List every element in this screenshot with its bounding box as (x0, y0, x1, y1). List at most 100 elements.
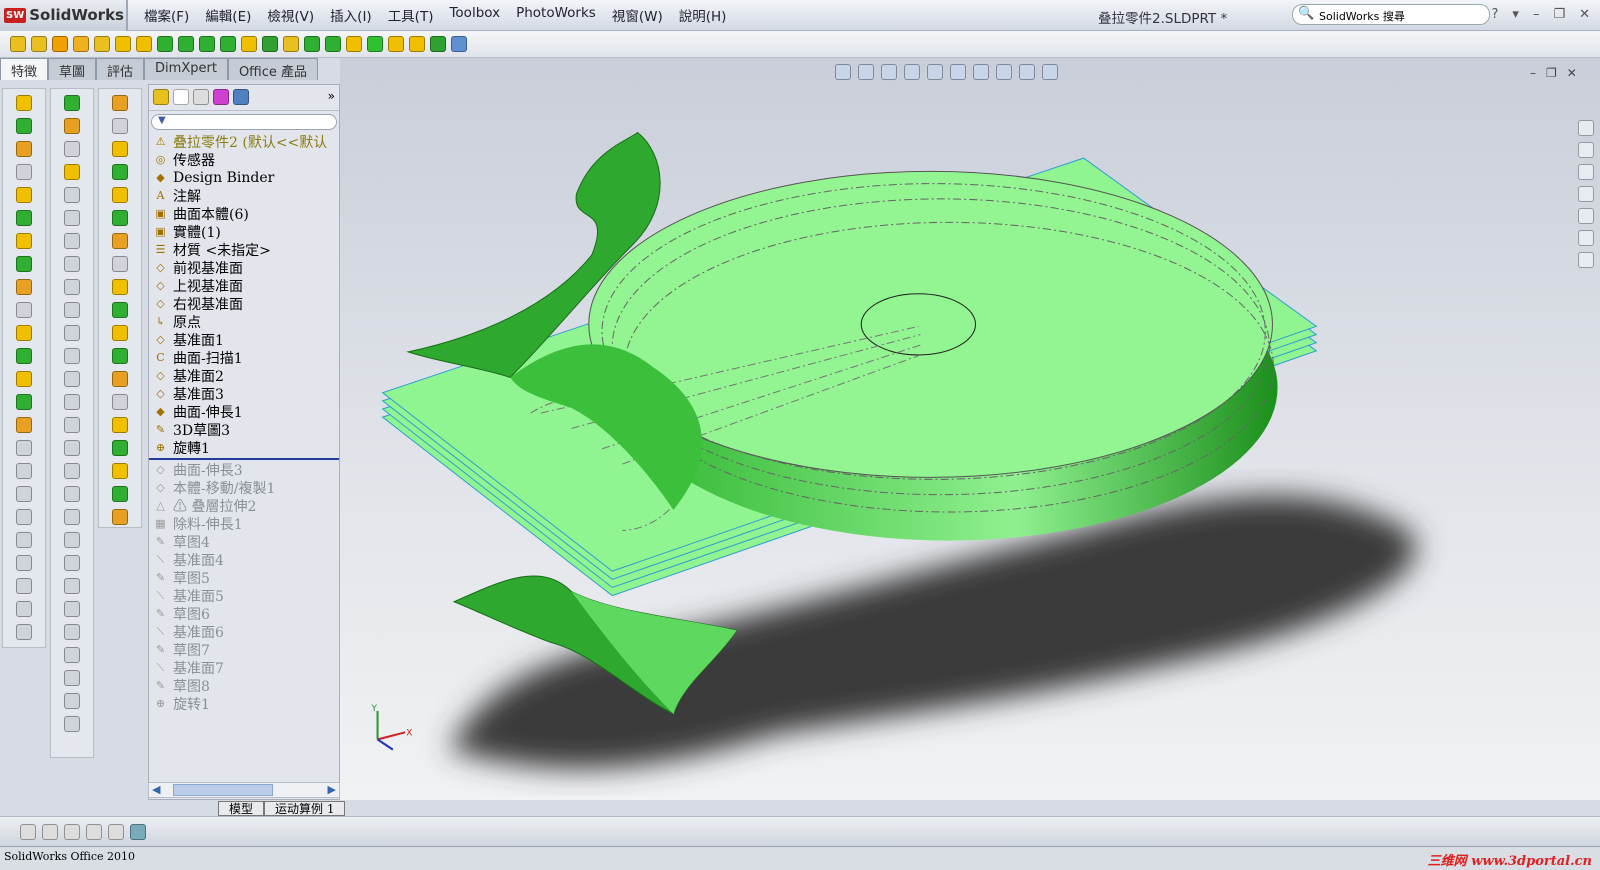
menu-item[interactable]: 檢視(V) (259, 5, 322, 25)
feature-tool-icon[interactable] (283, 36, 299, 52)
tool-icon[interactable] (16, 210, 32, 226)
tool-icon[interactable] (16, 417, 32, 433)
tree-node[interactable]: ◆ 曲面-伸長1 (149, 403, 339, 421)
tree-node[interactable]: ▦ 除料-伸長1 (149, 515, 339, 533)
graphics-area[interactable] (340, 58, 1600, 806)
feature-tool-icon[interactable] (430, 36, 446, 52)
tab-1[interactable]: 草圖 (48, 58, 97, 80)
menu-item[interactable]: 工具(T) (380, 5, 442, 25)
feature-tool-icon[interactable] (262, 36, 278, 52)
tree-node[interactable]: ☰ 材質 <未指定> (149, 241, 339, 259)
tool-icon[interactable] (16, 532, 32, 548)
view-icon[interactable] (42, 824, 58, 840)
tool-icon[interactable] (112, 187, 128, 203)
tree-node[interactable]: ✎ 3D草圖3 (149, 421, 339, 439)
tool-icon[interactable] (64, 302, 80, 318)
tree-node[interactable]: ⊕ 旋轉1 (149, 439, 339, 457)
tool-icon[interactable] (16, 141, 32, 157)
tree-node[interactable]: ⟍ 基准面7 (149, 659, 339, 677)
tool-icon[interactable] (16, 509, 32, 525)
minimize-icon[interactable]: – (1530, 66, 1536, 80)
tool-icon[interactable] (64, 578, 80, 594)
tool-icon[interactable] (64, 417, 80, 433)
tool-icon[interactable] (112, 279, 128, 295)
tool-icon[interactable] (16, 440, 32, 456)
tab-0[interactable]: 特徵 (0, 58, 49, 80)
tool-icon[interactable] (16, 624, 32, 640)
tree-node[interactable]: ◇ 右视基准面 (149, 295, 339, 313)
tool-icon[interactable] (64, 601, 80, 617)
tool-icon[interactable] (16, 95, 32, 111)
section-view-icon[interactable] (904, 64, 920, 80)
search-icon[interactable] (1578, 186, 1594, 202)
tree-horizontal-scrollbar[interactable]: ◀ ▶ (148, 782, 340, 798)
tool-icon[interactable] (16, 371, 32, 387)
feature-tool-icon[interactable] (346, 36, 362, 52)
tool-icon[interactable] (112, 233, 128, 249)
dimxpert-manager-tab-icon[interactable] (213, 89, 229, 105)
feature-tool-icon[interactable] (241, 36, 257, 52)
tool-icon[interactable] (112, 302, 128, 318)
bottom-tab-1[interactable]: 运动算例 1 (264, 800, 346, 816)
menu-item[interactable]: 檔案(F) (136, 5, 197, 25)
zoom-area-icon[interactable] (858, 64, 874, 80)
display-manager-tab-icon[interactable] (233, 89, 249, 105)
tree-node[interactable]: ✎ 草图4 (149, 533, 339, 551)
tool-icon[interactable] (16, 279, 32, 295)
tool-icon[interactable] (64, 624, 80, 640)
window-button[interactable]: – (1533, 7, 1540, 22)
tool-icon[interactable] (64, 532, 80, 548)
tool-icon[interactable] (112, 440, 128, 456)
tree-node[interactable]: ⊕ 旋转1 (149, 695, 339, 713)
tool-icon[interactable] (64, 95, 80, 111)
tree-node[interactable]: △ ⚠ 叠層拉伸2 (149, 497, 339, 515)
menu-item[interactable]: Toolbox (441, 5, 508, 25)
tool-icon[interactable] (16, 486, 32, 502)
tree-node[interactable]: ◇ 本體-移動/複製1 (149, 479, 339, 497)
tool-icon[interactable] (64, 348, 80, 364)
tool-icon[interactable] (64, 325, 80, 341)
tree-node[interactable]: ◇ 上视基准面 (149, 277, 339, 295)
hide-show-icon[interactable] (973, 64, 989, 80)
tool-icon[interactable] (112, 95, 128, 111)
bottom-tab-0[interactable]: 模型 (218, 800, 265, 816)
tool-icon[interactable] (16, 164, 32, 180)
feature-tool-icon[interactable] (325, 36, 341, 52)
tool-icon[interactable] (64, 256, 80, 272)
tool-icon[interactable] (112, 509, 128, 525)
feature-tool-icon[interactable] (367, 36, 383, 52)
coordinate-icon[interactable] (130, 824, 146, 840)
window-button[interactable]: ▾ (1512, 7, 1519, 22)
menu-item[interactable]: PhotoWorks (508, 5, 604, 25)
scroll-left-icon[interactable]: ◀ (152, 783, 160, 796)
tool-icon[interactable] (112, 256, 128, 272)
tool-icon[interactable] (64, 693, 80, 709)
tool-icon[interactable] (112, 394, 128, 410)
view-icon[interactable] (108, 824, 124, 840)
tool-icon[interactable] (64, 187, 80, 203)
tree-node[interactable]: ✎ 草图8 (149, 677, 339, 695)
solidworks-logo[interactable]: SW SolidWorks (0, 0, 128, 31)
menu-item[interactable]: 編輯(E) (197, 5, 259, 25)
tree-node[interactable]: ◇ 曲面-伸長3 (149, 461, 339, 479)
feature-tool-icon[interactable] (52, 36, 68, 52)
feature-tool-icon[interactable] (73, 36, 89, 52)
tree-node[interactable]: ↳ 原点 (149, 313, 339, 331)
tool-icon[interactable] (64, 440, 80, 456)
tool-icon[interactable] (16, 463, 32, 479)
file-explorer-icon[interactable] (1578, 164, 1594, 180)
tool-icon[interactable] (64, 210, 80, 226)
restore-icon[interactable]: ❐ (1546, 66, 1557, 80)
view-icon[interactable] (86, 824, 102, 840)
tool-icon[interactable] (112, 118, 128, 134)
tree-node[interactable]: ◎ 传感器 (149, 151, 339, 169)
view-settings-icon[interactable] (1042, 64, 1058, 80)
tree-node[interactable]: ◇ 前视基准面 (149, 259, 339, 277)
tree-node[interactable]: C 曲面-扫描1 (149, 349, 339, 367)
tool-icon[interactable] (16, 578, 32, 594)
tool-icon[interactable] (16, 325, 32, 341)
tree-node[interactable]: ⟍ 基准面6 (149, 623, 339, 641)
zoom-to-fit-icon[interactable] (835, 64, 851, 80)
tree-node[interactable]: ⟍ 基准面5 (149, 587, 339, 605)
tree-node[interactable]: ◇ 基准面2 (149, 367, 339, 385)
